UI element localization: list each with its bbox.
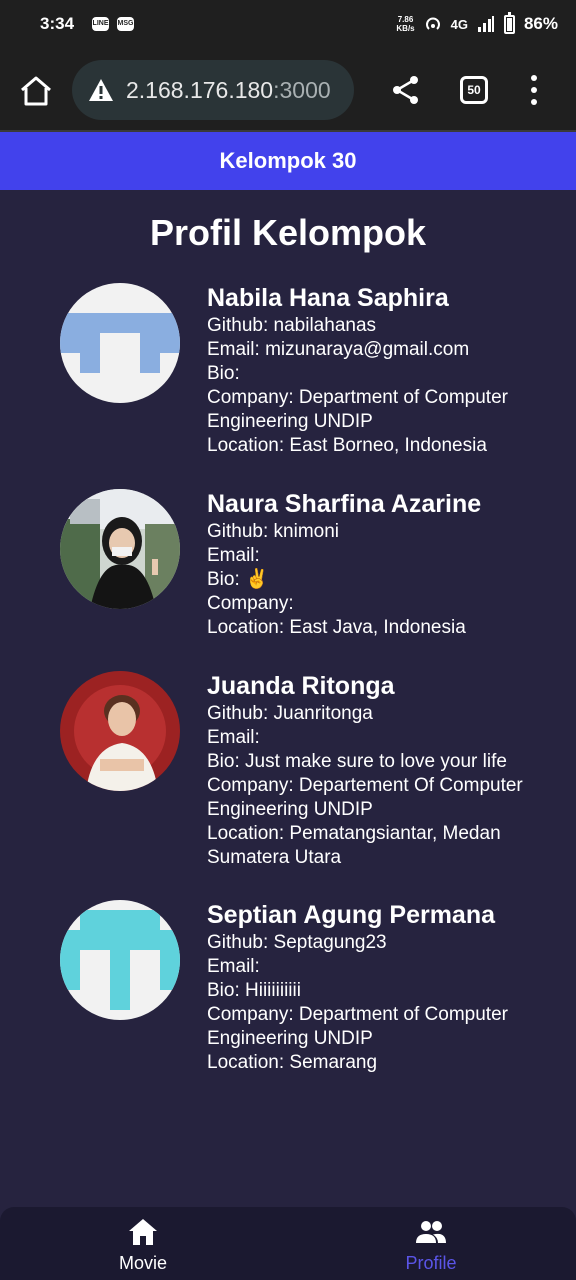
more-options-icon[interactable] [526, 73, 542, 107]
member-location: Location: Semarang [207, 1052, 378, 1073]
address-bar[interactable]: 2.168.176.180:3000 [72, 60, 354, 120]
member-location: Location: East Java, Indonesia [207, 617, 466, 638]
profile-photo [60, 489, 180, 609]
avatar [60, 489, 180, 609]
member-bio: Bio: Hiiiiiiiiii [207, 980, 301, 1001]
member-email: Email: [207, 727, 260, 748]
network-speed: 7.86 KB/s [396, 15, 414, 33]
status-bar: 3:34 LINE MSG 7.86 KB/s 4G 86% [0, 0, 576, 48]
member-bio: Bio: Just make sure to love your life [207, 751, 507, 772]
home-icon[interactable] [127, 1217, 159, 1247]
member-info: Naura Sharfina Azarine Github: knimoni E… [207, 489, 559, 640]
people-icon[interactable] [415, 1217, 447, 1247]
member-company: Company: Departement Of Computer Enginee… [207, 775, 523, 820]
member-email: Email: [207, 545, 260, 566]
member-info: Nabila Hana Saphira Github: nabilahanas … [207, 283, 559, 458]
avatar [60, 671, 180, 791]
member-name: Naura Sharfina Azarine [207, 490, 482, 518]
member-bio: Bio: [207, 363, 240, 384]
member-github: Github: Septagung23 [207, 932, 387, 953]
notification-icons: LINE MSG [92, 17, 135, 31]
battery-level: 86% [523, 14, 558, 33]
avatar [60, 283, 180, 403]
member-bio: Bio: ✌️ [207, 569, 269, 590]
member-name: Septian Agung Permana [207, 901, 496, 929]
nav-label-profile[interactable]: Profile [331, 1253, 531, 1274]
member-github: Github: Juanritonga [207, 703, 373, 724]
avatar [60, 900, 180, 1020]
member-name: Nabila Hana Saphira [207, 284, 449, 312]
member-info: Septian Agung Permana Github: Septagung2… [207, 900, 559, 1075]
member-location: Location: Pematangsiantar, Medan Sumater… [207, 823, 501, 868]
member-name: Juanda Ritonga [207, 672, 395, 700]
url-text[interactable]: 2.168.176.180:3000 [126, 77, 331, 104]
share-icon[interactable] [390, 74, 422, 106]
url-port: :3000 [273, 76, 331, 103]
member-company: Company: Department of Computer Engineer… [207, 387, 508, 432]
nav-label-movie[interactable]: Movie [43, 1253, 243, 1274]
identicon-avatar [60, 900, 180, 1020]
speed-unit: KB/s [396, 24, 415, 33]
browser-toolbar: 2.168.176.180:3000 50 [0, 48, 576, 132]
tab-switcher-button[interactable]: 50 [460, 76, 488, 104]
status-time: 3:34 [40, 14, 75, 33]
member-github: Github: nabilahanas [207, 315, 377, 336]
line-app-icon: LINE [92, 17, 110, 31]
signal-icon [477, 16, 494, 32]
nav-item-movie[interactable]: Movie [43, 1207, 243, 1280]
member-company: Company: Department of Computer Engineer… [207, 1004, 508, 1049]
nav-item-profile[interactable]: Profile [331, 1207, 531, 1280]
warning-icon[interactable] [88, 78, 114, 102]
message-icon: MSG [117, 17, 135, 31]
hotspot-icon [425, 17, 440, 30]
network-type: 4G [450, 16, 468, 32]
battery-icon [503, 11, 515, 34]
status-right: 7.86 KB/s 4G 86% [396, 11, 558, 34]
member-location: Location: East Borneo, Indonesia [207, 435, 487, 456]
member-email: Email: mizunaraya@gmail.com [207, 339, 470, 360]
profile-photo [60, 671, 180, 791]
url-host: 2.168.176.180 [126, 76, 274, 103]
member-email: Email: [207, 956, 260, 977]
bottom-navigation: Movie Profile [0, 1207, 576, 1280]
page-title: Profil Kelompok [149, 212, 427, 253]
member-github: Github: knimoni [207, 521, 340, 542]
home-icon[interactable] [18, 73, 54, 109]
speed-value: 7.86 [397, 15, 414, 24]
member-info: Juanda Ritonga Github: Juanritonga Email… [207, 671, 559, 870]
identicon-avatar [60, 283, 180, 403]
app-header: Kelompok 30 [0, 132, 576, 190]
member-company: Company: [207, 593, 294, 614]
